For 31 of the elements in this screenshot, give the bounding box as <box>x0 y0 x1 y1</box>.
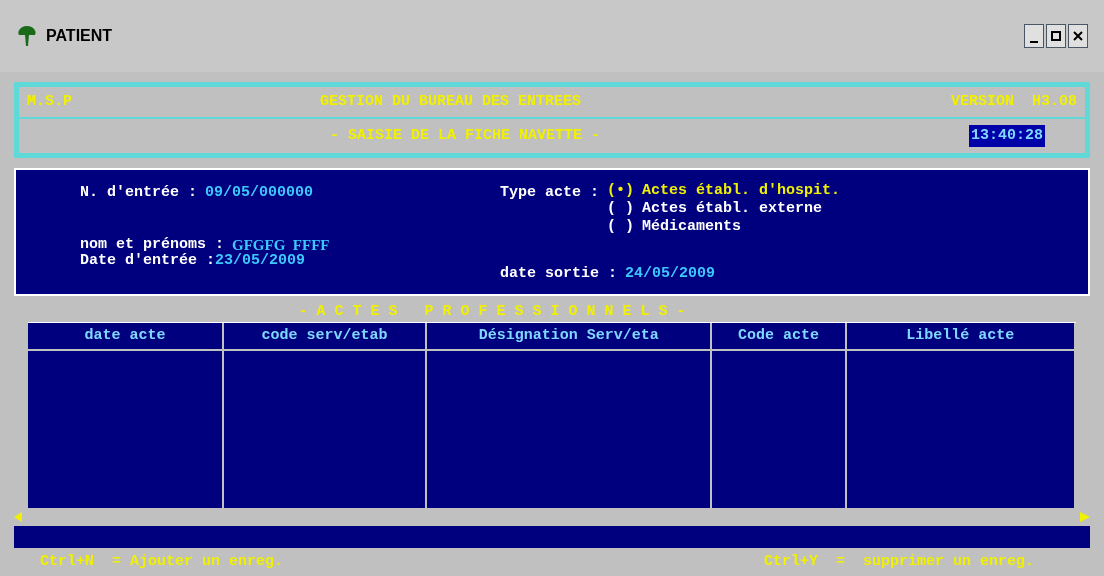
tree-icon <box>16 24 38 48</box>
version-label: VERSION H3.08 <box>950 91 1077 112</box>
form-subtitle: - SAISIE DE LA FICHE NAVETTE - <box>330 125 601 146</box>
clock-time: 13:40:28 <box>969 124 1045 148</box>
app-title: GESTION DU BUREAU DES ENTREES <box>320 91 582 112</box>
column-header: date acte <box>28 323 222 351</box>
radio-option[interactable]: ( ) Médicaments <box>607 218 841 236</box>
close-icon <box>1073 31 1083 41</box>
entry-date-label: Date d'entrée : <box>80 252 216 269</box>
column-header: Désignation Serv/eta <box>427 323 711 351</box>
window-title: PATIENT <box>46 26 113 46</box>
add-shortcut-hint: Ctrl+N = Ajouter un enreg. <box>40 551 284 572</box>
column-header: Libellé acte <box>846 323 1074 351</box>
name-label: nom et prénoms : <box>80 236 225 253</box>
type-label: Type acte : <box>500 183 600 203</box>
name-value: GFGFG FFFF <box>232 236 330 253</box>
exit-date-value: 24/05/2009 <box>625 266 716 282</box>
exit-date-label: date sortie : <box>500 266 618 282</box>
close-button[interactable] <box>1068 24 1088 48</box>
entry-value: 09/05/000000 <box>205 183 314 203</box>
delete-shortcut-hint: Ctrl+Y = supprimer un enreg. <box>763 551 1034 572</box>
entry-date-value: 23/05/2009 <box>215 252 306 269</box>
entry-label: N. d'entrée : <box>80 183 198 203</box>
column-header: code serv/etab <box>223 323 426 351</box>
radio-option[interactable]: ( ) Actes établ. externe <box>607 200 841 218</box>
radio-option[interactable]: (•) Actes établ. d'hospit. <box>607 182 841 200</box>
maximize-button[interactable] <box>1046 24 1066 48</box>
column-header: Code acte <box>712 323 845 351</box>
app-code: M.S.P <box>27 91 72 112</box>
section-title: - A C T E S P R O F E S S I O N N E L S - <box>298 302 686 322</box>
minimize-button[interactable] <box>1024 24 1044 48</box>
